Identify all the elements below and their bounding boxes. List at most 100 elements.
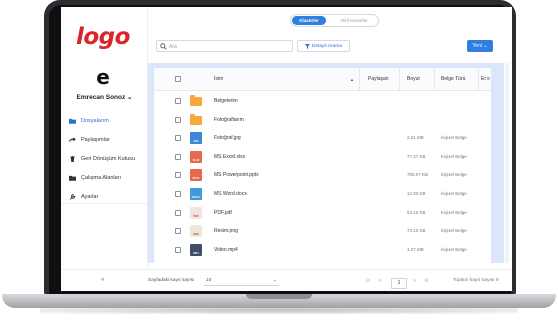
sidebar: logo e Emrecan Sonoz ⌄ Dosyalarım Paylaş… [61,7,148,269]
file-name[interactable]: Resim.png [214,222,354,241]
file-size: 53.10 KB [407,209,426,215]
search-icon [160,43,167,50]
table-row[interactable]: Belgelerim [154,92,491,111]
sidebar-item-paylasimlar[interactable]: Paylaşımlar [61,130,148,149]
excel-icon: XLSX [190,150,202,163]
table-header: İsim ▲ Paylaşan Boyut Belge Türü Er ≡ [154,68,491,91]
file-name[interactable]: MS Excel.xlsx [214,148,354,167]
sidebar-item-calisma-alanlari[interactable]: Çalışma Alanları [61,168,148,187]
file-name[interactable]: Fotoğraflarım [214,111,354,130]
table-row[interactable]: PPTX MS Powerpoint.pptx 705.07 KB Kişisel B… [154,166,491,185]
file-panel: İsim ▲ Paylaşan Boyut Belge Türü Er ≡ Be… [148,63,504,263]
sort-asc-icon[interactable]: ▲ [350,68,354,91]
table-row[interactable]: Fotoğraflarım [154,111,491,130]
thumb-label: PDF [193,214,199,218]
image-icon: JPG [190,132,202,145]
divider [61,203,148,204]
sidebar-item-label: Çalışma Alanları [81,174,122,181]
trash-icon [68,155,76,162]
file-size [407,92,435,111]
doc-type: Kişisel Belge [441,209,467,215]
table-row[interactable]: PDF PDF.pdf 53.10 KB Kişisel Belge [154,204,491,223]
laptop-notch [246,294,312,299]
table-row[interactable]: JPG Fotoğraf.jpg 2.21 MB Kişisel Belge [154,129,491,148]
next-page-button[interactable]: > [413,278,416,284]
row-checkbox[interactable] [175,246,181,253]
pdf-icon: PDF [190,206,202,219]
share-icon [68,136,76,143]
search-input[interactable] [169,42,289,51]
column-separator [434,68,435,91]
column-shared[interactable]: Paylaşan [368,68,389,91]
file-name[interactable]: Belgelerim [214,92,354,111]
advanced-search-button[interactable]: Detaylı Arama [297,40,350,52]
table-row[interactable]: MP4 Video.mp4 1.27 MB Kişisel Belge [154,241,491,260]
tab-klasorler[interactable]: Klasörler [292,16,326,25]
page-size-value: 10 [206,278,212,283]
folder-icon [190,113,202,125]
folder-icon [68,118,76,124]
file-size: 2.21 MB [407,135,424,141]
logo: logo [76,24,130,50]
last-page-button[interactable]: >| [424,278,428,284]
row-checkbox[interactable] [175,228,181,235]
file-size: 12.93 KB [407,191,426,196]
doc-type: Kişisel Belge [441,228,467,234]
column-size[interactable]: Boyut [407,68,420,91]
row-checkbox[interactable] [175,135,181,142]
new-button[interactable]: Yeni ⌄ [467,40,493,52]
page-number-input[interactable]: 1 [391,278,407,289]
select-all-checkbox[interactable] [175,76,181,82]
filter-icon [304,43,310,49]
sidebar-item-label: Paylaşımlar [81,136,110,143]
doc-type: Kişisel Belge [441,172,467,178]
avatar[interactable]: e [94,67,112,87]
row-checkbox[interactable] [175,153,181,160]
doc-type: Kişisel Belge [441,153,467,159]
doc-type [441,111,477,130]
tab-aktif-klasorler[interactable]: Aktif Klasörler [331,16,377,25]
prev-page-button[interactable]: < [379,278,382,284]
table-row[interactable]: PNG Resim.png 73.10 KB Kişisel Belge [154,222,491,241]
sidebar-item-dosyalarim[interactable]: Dosyalarım [61,111,148,130]
app-screen: logo e Emrecan Sonoz ⌄ Dosyalarım Paylaş… [61,7,512,291]
sidebar-item-geri-donusum[interactable]: Geri Dönüşüm Kutusu [61,149,148,168]
file-name[interactable]: MS Powerpoint.pptx [214,166,354,185]
sidebar-item-label: Dosyalarım [81,117,109,124]
page-size-select[interactable]: 10 ⌄ [204,275,279,286]
column-doc-type[interactable]: Belge Türü [441,68,465,91]
table-row[interactable]: DOCX MS Word.docx 12.93 KB Kişisel Belge [154,185,491,204]
column-extra[interactable]: Er [481,68,486,91]
file-size: 705.07 KB [407,172,429,178]
row-checkbox[interactable] [175,98,181,104]
total-count: Toplam kayıt Sayısı 9 [453,278,499,283]
row-checkbox[interactable] [175,191,181,197]
row-checkbox[interactable] [175,209,181,216]
column-separator [478,68,479,91]
column-name[interactable]: İsim [214,68,223,91]
thumb-label: MP4 [193,251,199,255]
doc-type: Kişisel Belge [441,191,467,196]
laptop-mockup: logo e Emrecan Sonoz ⌄ Dosyalarım Paylaş… [0,0,558,332]
first-page-button[interactable]: |< [366,278,370,284]
table-row[interactable]: XLSX MS Excel.xlsx 77.27 KB Kişisel Belge [154,148,491,167]
collapse-sidebar-button[interactable]: « [101,277,104,283]
scrollbar[interactable] [505,63,509,263]
folder-icon [190,95,202,106]
advanced-search-label: Detaylı Arama [311,43,343,49]
thumb-label: PNG [193,233,199,237]
file-name[interactable]: Fotoğraf.jpg [214,129,354,148]
file-name[interactable]: PDF.pdf [214,204,354,223]
sidebar-item-label: Ayarlar [81,193,99,200]
column-menu-icon[interactable]: ≡ [487,68,490,91]
file-name[interactable]: MS Word.docx [214,185,354,204]
search-box [156,40,293,52]
row-checkbox[interactable] [175,116,181,123]
word-icon: DOCX [190,188,202,200]
row-checkbox[interactable] [175,172,181,179]
file-name[interactable]: Video.mp4 [214,241,354,260]
powerpoint-icon: PPTX [190,169,202,182]
file-size: 77.27 KB [407,153,426,159]
user-name-menu[interactable]: Emrecan Sonoz ⌄ [61,93,148,101]
thumb-label: JPG [193,140,199,144]
